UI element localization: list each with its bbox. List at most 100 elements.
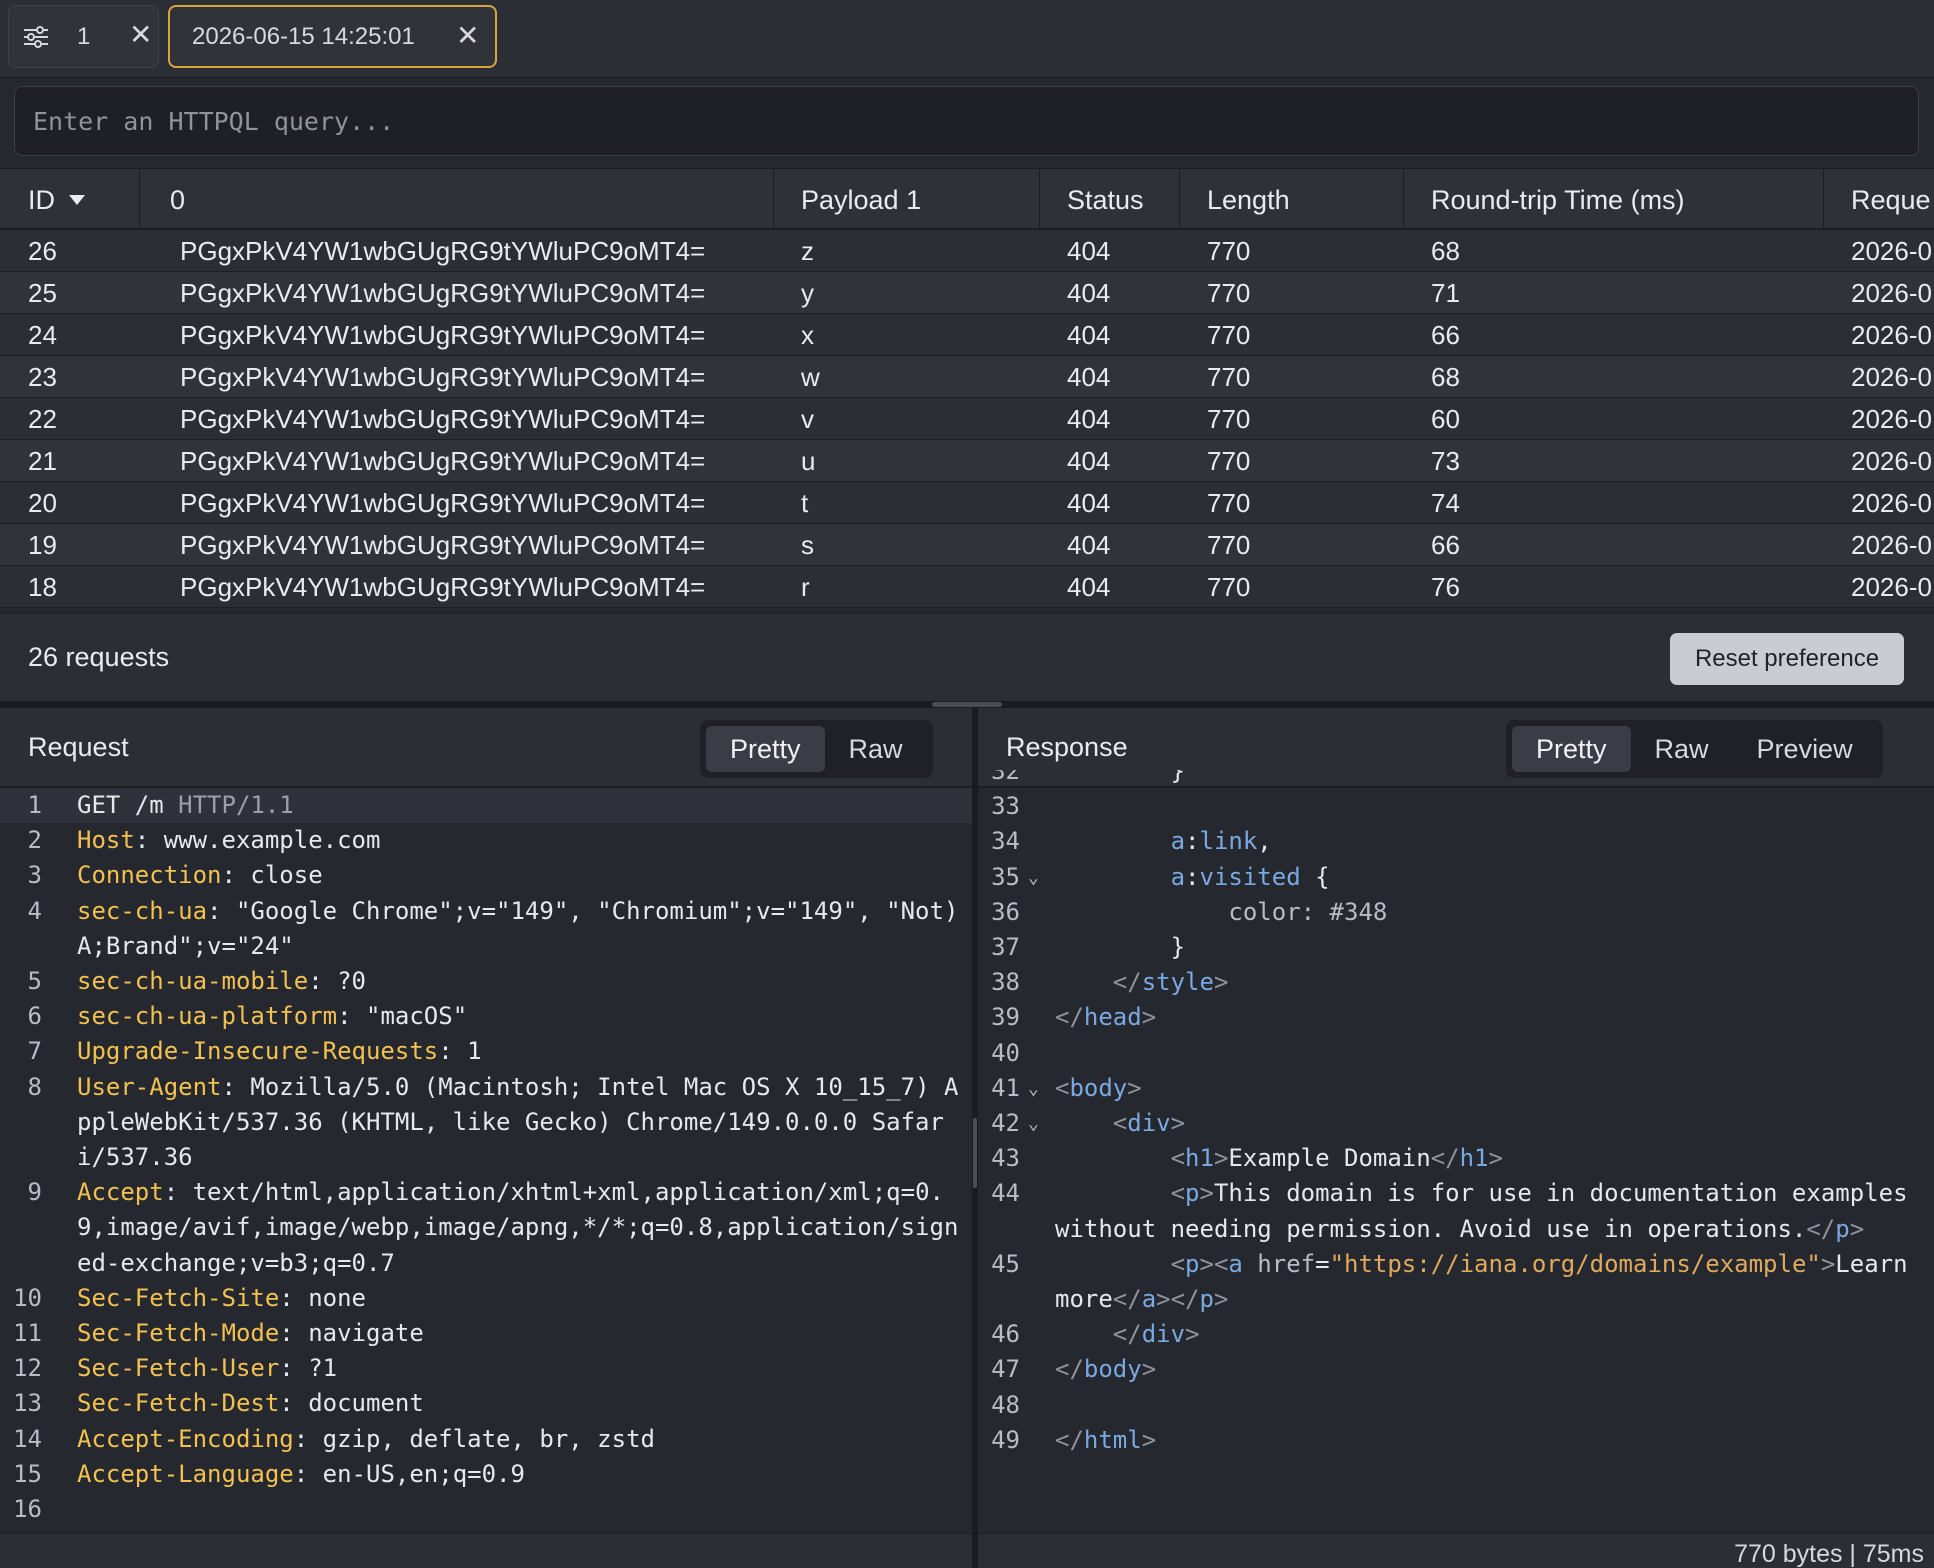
column-header-id[interactable]: ID — [0, 169, 140, 231]
column-header-length[interactable]: Length — [1180, 169, 1404, 231]
code-token: </ — [1112, 968, 1142, 997]
tab-response-preview[interactable]: Preview — [1733, 726, 1877, 772]
table-header: ID 0 Payload 1 Status Length Round-trip … — [0, 168, 1934, 231]
column-header-round-trip-time[interactable]: Round-trip Time (ms) — [1404, 169, 1824, 231]
close-icon[interactable]: ✕ — [129, 21, 152, 49]
code-token: ></ — [1156, 1285, 1200, 1314]
cell-round-trip-time: 68 — [1431, 361, 1460, 392]
code-line: 1 GET /m HTTP/1.1 — [0, 788, 972, 824]
cell-round-trip-time: 66 — [1431, 529, 1460, 560]
cell-column-0: PGgxPkV4YW1wbGUgRG9tYWluPC9oMT4= — [180, 361, 706, 392]
fold-chevron-icon[interactable]: ⌄ — [1028, 1106, 1039, 1141]
table-row[interactable]: 26 PGgxPkV4YW1wbGUgRG9tYWluPC9oMT4= z 404 77… — [0, 230, 1934, 272]
code-token: p — [1835, 1214, 1850, 1243]
header-name: Accept-Encoding — [77, 1424, 294, 1453]
code-token: div — [1127, 1109, 1171, 1138]
table-row[interactable]: 23 PGgxPkV4YW1wbGUgRG9tYWluPC9oMT4= w 404 77… — [0, 356, 1934, 398]
line-number: 36 — [991, 897, 1020, 926]
column-header-0[interactable]: 0 — [140, 169, 774, 231]
code-token: { — [1300, 862, 1330, 891]
fold-chevron-icon[interactable]: ⌄ — [1028, 1071, 1039, 1106]
code-token: body — [1083, 1355, 1142, 1384]
code-token: < — [1170, 1249, 1186, 1278]
code-token: > — [1170, 1109, 1186, 1138]
request-editor[interactable]: 1 GET /m HTTP/1.1 2 Host: www.example.com 3 C… — [0, 788, 972, 1533]
cell-status: 404 — [1067, 403, 1111, 434]
code-token: "https://iana.org/domains/example" — [1329, 1249, 1821, 1278]
request-pane-title: Request — [28, 732, 129, 762]
table-row[interactable]: 20 PGgxPkV4YW1wbGUgRG9tYWluPC9oMT4= t 404 77… — [0, 482, 1934, 524]
code-token: > — [1849, 1214, 1865, 1243]
column-header-request-time[interactable]: Reque — [1824, 169, 1934, 231]
cell-length: 770 — [1207, 445, 1251, 476]
fold-chevron-icon[interactable]: ⌄ — [1028, 860, 1039, 895]
response-size-time: 770 bytes | 75ms — [1734, 1540, 1924, 1568]
column-header-payload-1[interactable]: Payload 1 — [774, 169, 1040, 231]
line-number: 32 — [991, 770, 1020, 785]
line-number: 44 — [991, 1179, 1020, 1208]
column-header-label: ID — [28, 184, 55, 215]
code-token: > — [1141, 1355, 1157, 1384]
httpql-query-input[interactable] — [15, 87, 1918, 155]
filter-sliders-icon[interactable] — [23, 26, 49, 48]
request-line-method-path: GET /m — [77, 791, 179, 819]
resize-grip[interactable] — [973, 1118, 977, 1188]
table-row[interactable]: 25 PGgxPkV4YW1wbGUgRG9tYWluPC9oMT4= y 404 77… — [0, 272, 1934, 314]
line-number: 41 — [991, 1073, 1020, 1102]
code-token: < — [1055, 1073, 1070, 1102]
code-token: a — [1141, 1285, 1157, 1314]
request-count: 26 requests — [28, 642, 170, 672]
tab-request-raw[interactable]: Raw — [825, 726, 927, 772]
cell-status: 404 — [1067, 277, 1111, 308]
code-token: > — [1213, 1285, 1229, 1314]
header-value: : close — [221, 861, 323, 890]
cell-id: 22 — [28, 403, 57, 434]
tab-timestamp[interactable]: 2026-06-15 14:25:01 ✕ — [168, 5, 497, 68]
tab-label: 1 — [77, 22, 91, 50]
header-value: : ?0 — [308, 967, 366, 996]
column-header-label: Round-trip Time (ms) — [1431, 184, 1685, 215]
code-line: 11 Sec-Fetch-Mode: navigate — [0, 1316, 972, 1351]
code-token: a — [1170, 862, 1186, 891]
code-line: 10 Sec-Fetch-Site: none — [0, 1281, 972, 1316]
line-number: 35 — [991, 862, 1020, 891]
tab-response-pretty[interactable]: Pretty — [1512, 726, 1631, 772]
horizontal-resize-handle[interactable] — [0, 701, 1934, 708]
table-row[interactable]: 24 PGgxPkV4YW1wbGUgRG9tYWluPC9oMT4= x 404 77… — [0, 314, 1934, 356]
cell-request-time: 2026-0 — [1851, 319, 1932, 350]
code-token: } — [1055, 933, 1186, 962]
close-icon[interactable]: ✕ — [456, 22, 479, 50]
tab-request-pretty[interactable]: Pretty — [706, 726, 825, 772]
code-token: visited — [1199, 862, 1301, 891]
column-header-status[interactable]: Status — [1040, 169, 1180, 231]
tab-filter[interactable]: 1 ✕ — [8, 5, 159, 68]
code-line: 13 Sec-Fetch-Dest: document — [0, 1386, 972, 1421]
cell-request-time: 2026-0 — [1851, 571, 1932, 602]
request-pane-footer — [0, 1533, 972, 1568]
tab-response-raw[interactable]: Raw — [1631, 726, 1733, 772]
cell-id: 19 — [28, 529, 57, 560]
resize-grip[interactable] — [932, 702, 1002, 707]
reset-preference-button[interactable]: Reset preference — [1670, 633, 1904, 685]
table-row[interactable]: 19 PGgxPkV4YW1wbGUgRG9tYWluPC9oMT4= s 404 77… — [0, 524, 1934, 566]
line-number: 39 — [991, 1003, 1020, 1032]
line-number: 3 — [27, 861, 42, 890]
header-name: Sec-Fetch-Site — [77, 1283, 280, 1312]
code-line: 43 <h1>Example Domain</h1> — [978, 1141, 1934, 1176]
table-row[interactable]: 22 PGgxPkV4YW1wbGUgRG9tYWluPC9oMT4= v 404 77… — [0, 398, 1934, 440]
code-token: </ — [1055, 1355, 1084, 1384]
response-editor[interactable]: 32 } 33 34 a:link, 35 ⌄ a:visited {36 color… — [978, 770, 1934, 1515]
code-token: </ — [1430, 1144, 1460, 1173]
httpql-query-bar — [14, 86, 1919, 156]
cell-length: 770 — [1207, 529, 1251, 560]
header-name: Host — [77, 826, 135, 855]
cell-status: 404 — [1067, 361, 1111, 392]
cell-column-0: PGgxPkV4YW1wbGUgRG9tYWluPC9oMT4= — [180, 445, 706, 476]
table-row[interactable]: 21 PGgxPkV4YW1wbGUgRG9tYWluPC9oMT4= u 404 77… — [0, 440, 1934, 482]
table-row[interactable]: 18 PGgxPkV4YW1wbGUgRG9tYWluPC9oMT4= r 404 77… — [0, 566, 1934, 608]
cell-status: 404 — [1067, 529, 1111, 560]
cell-request-time: 2026-0 — [1851, 235, 1932, 266]
